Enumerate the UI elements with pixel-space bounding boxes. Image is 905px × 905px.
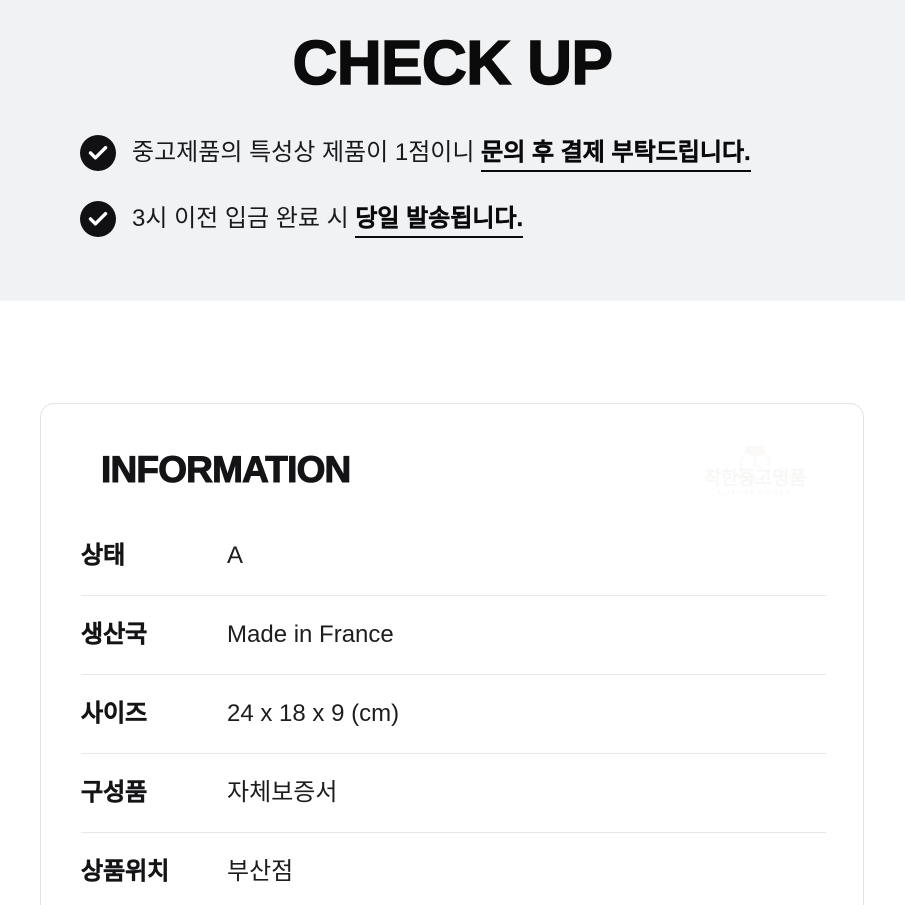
brand-watermark: 착한중고명품 LUXURY GOODS bbox=[693, 442, 817, 504]
table-row: 상태 A bbox=[81, 516, 826, 595]
information-heading: INFORMATION bbox=[100, 448, 351, 490]
checkup-panel: CHECK UP 중고제품의 특성상 제품이 1점이니 문의 후 결제 부탁드립… bbox=[0, 0, 905, 301]
page-title: CHECK UP bbox=[292, 28, 614, 99]
spec-value: 24 x 18 x 9 (cm) bbox=[227, 700, 400, 727]
list-item: 중고제품의 특성상 제품이 1점이니 문의 후 결제 부탁드립니다. bbox=[80, 131, 880, 175]
table-row: 구성품 자체보증서 bbox=[81, 753, 826, 832]
checkup-bullet-list: 중고제품의 특성상 제품이 1점이니 문의 후 결제 부탁드립니다. 3시 이전… bbox=[80, 131, 880, 263]
watermark-subtitle-text: LUXURY GOODS bbox=[718, 490, 792, 497]
list-item: 3시 이전 입금 완료 시 당일 발송됩니다. bbox=[80, 197, 880, 241]
table-row: 사이즈 24 x 18 x 9 (cm) bbox=[81, 674, 826, 753]
check-circle-icon bbox=[80, 135, 116, 171]
spec-label: 상태 bbox=[81, 541, 126, 569]
check-circle-icon bbox=[80, 201, 116, 237]
spec-label: 상품위치 bbox=[81, 858, 170, 885]
bullet-text: 3시 이전 입금 완료 시 당일 발송됩니다. bbox=[132, 203, 523, 238]
watermark-brand-text: 착한중고명품 bbox=[704, 468, 806, 489]
bullet-lead-text: 중고제품의 특성상 제품이 1점이니 bbox=[132, 139, 482, 166]
information-section: INFORMATION 착한중고명품 LUXURY GOODS 상태 A 생산국… bbox=[0, 301, 905, 905]
information-card: INFORMATION 착한중고명품 LUXURY GOODS 상태 A 생산국… bbox=[40, 403, 864, 905]
table-row: 상품위치 부산점 bbox=[81, 832, 826, 905]
spec-label: 생산국 bbox=[81, 621, 148, 648]
bullet-emphasis-text: 문의 후 결제 부탁드립니다. bbox=[481, 139, 751, 172]
spec-value: Made in France bbox=[227, 621, 394, 648]
spec-label: 사이즈 bbox=[81, 700, 148, 727]
spec-value: 자체보증서 bbox=[227, 779, 338, 806]
table-row: 생산국 Made in France bbox=[81, 595, 826, 674]
bullet-lead-text: 3시 이전 입금 완료 시 bbox=[132, 205, 356, 232]
spec-value: 부산점 bbox=[227, 858, 294, 885]
spec-label: 구성품 bbox=[81, 779, 148, 806]
spec-value: A bbox=[227, 541, 244, 569]
bullet-emphasis-text: 당일 발송됩니다. bbox=[355, 205, 523, 238]
bullet-text: 중고제품의 특성상 제품이 1점이니 문의 후 결제 부탁드립니다. bbox=[132, 137, 751, 172]
specification-table: 상태 A 생산국 Made in France 사이즈 24 x 18 x 9 … bbox=[81, 516, 826, 905]
watch-icon bbox=[726, 442, 784, 487]
